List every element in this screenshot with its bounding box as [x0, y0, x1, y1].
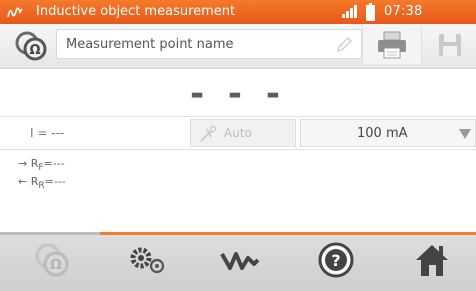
- current-settings-row: I = --- Auto 100 mA: [0, 116, 476, 150]
- forward-resistance-result: → RF=---: [18, 157, 65, 173]
- current-range-value: 100 mA: [357, 126, 408, 141]
- home-icon: [416, 245, 448, 276]
- forward-resistance-value: =---: [43, 157, 65, 170]
- printer-icon: [378, 31, 406, 59]
- svg-text:Ω: Ω: [50, 257, 62, 273]
- help-icon: ?: [318, 242, 354, 278]
- status-bar: Inductive object measurement 07:38 2017.…: [0, 0, 476, 43]
- nav-measurement-button[interactable]: Ω: [22, 240, 82, 284]
- arrow-right-icon: →: [18, 157, 28, 170]
- svg-text:?: ?: [331, 251, 340, 270]
- measurement-point-name-field[interactable]: Measurement point name: [56, 29, 362, 59]
- main-measurement-value: - - -: [189, 74, 286, 114]
- resistance-mode-icon: Ω: [35, 243, 69, 277]
- nav-divider-accent: [100, 232, 476, 235]
- nav-waveform-button[interactable]: [210, 240, 270, 284]
- resistance-mode-icon[interactable]: Ω: [14, 30, 48, 62]
- current-range-select[interactable]: 100 mA: [300, 119, 476, 147]
- pencil-icon[interactable]: [335, 36, 353, 54]
- auto-range-label: Auto: [224, 126, 252, 140]
- print-button[interactable]: [362, 26, 422, 64]
- measurement-point-label: Measurement point name: [66, 37, 234, 52]
- save-icon[interactable]: [437, 32, 463, 58]
- waveform-icon: [220, 252, 260, 270]
- current-readout: I = ---: [30, 126, 65, 140]
- nav-home-button[interactable]: [402, 240, 462, 284]
- nav-settings-button[interactable]: [118, 240, 178, 284]
- auto-range-button[interactable]: Auto: [190, 119, 296, 147]
- nav-help-button[interactable]: ?: [306, 240, 366, 284]
- nav-divider-inactive: [0, 232, 100, 235]
- signal-icon: [342, 5, 357, 18]
- auto-range-icon: [200, 125, 217, 142]
- reverse-resistance-result: ← RR=---: [18, 175, 66, 191]
- chevron-down-icon: [459, 129, 471, 139]
- arrow-left-icon: ←: [18, 175, 28, 188]
- svg-text:Ω: Ω: [29, 43, 40, 58]
- coil-icon: [7, 7, 23, 18]
- battery-icon: [366, 3, 375, 21]
- window-title: Inductive object measurement: [36, 4, 236, 19]
- settings-icon: [130, 247, 165, 274]
- reverse-resistance-value: =---: [44, 175, 66, 188]
